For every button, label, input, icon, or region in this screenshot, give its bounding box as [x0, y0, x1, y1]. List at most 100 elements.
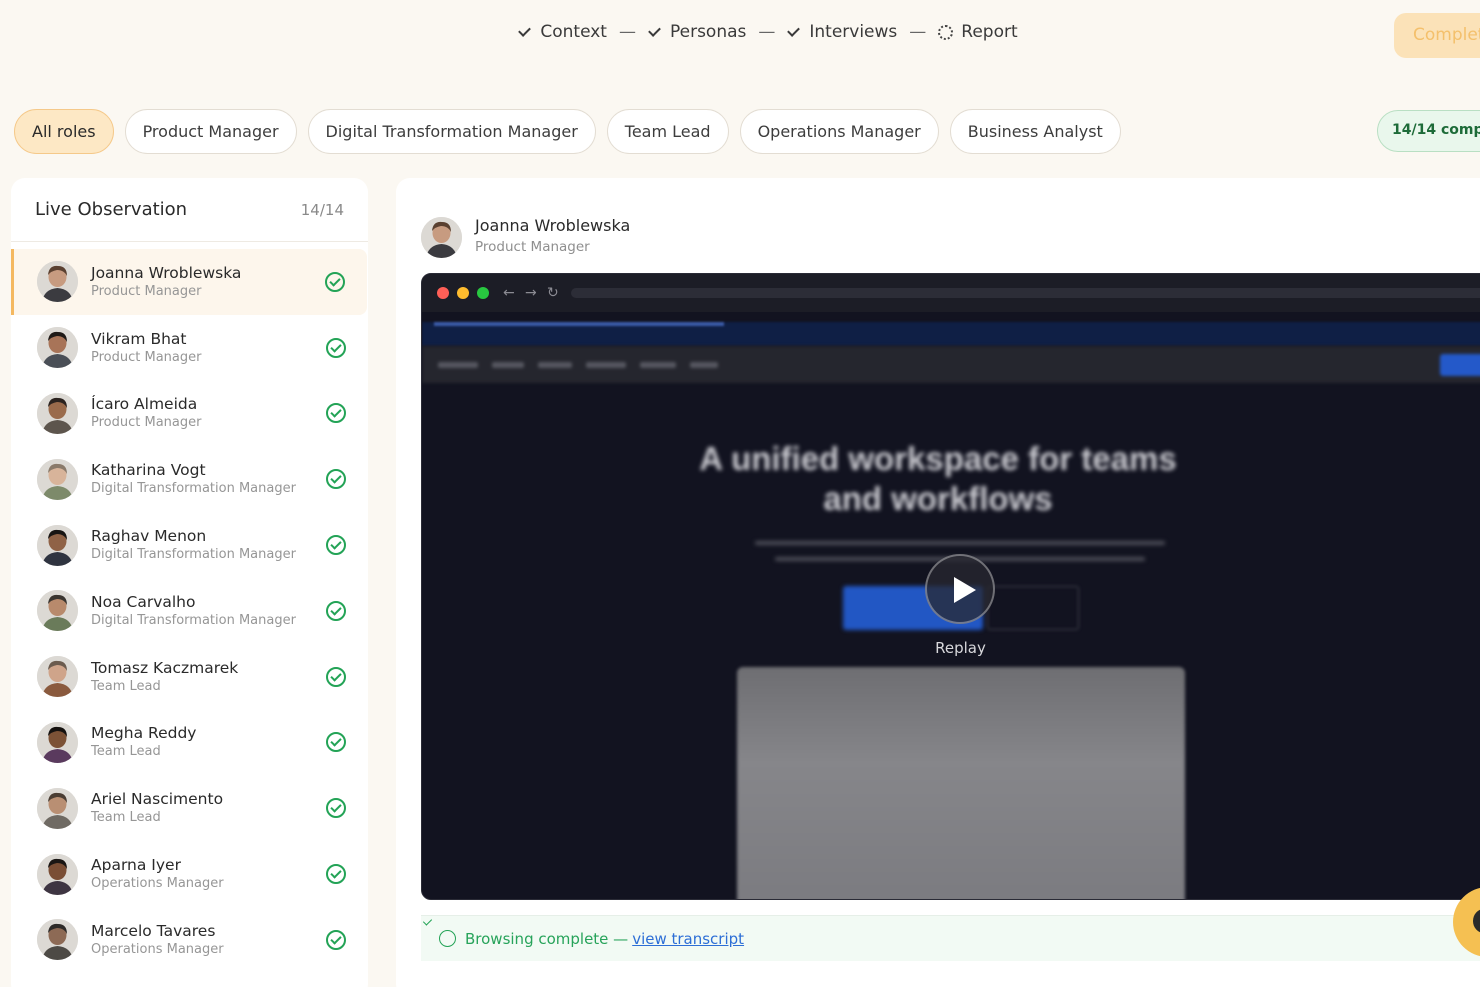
browser-chrome: ← → ↻	[422, 274, 1480, 312]
check-circle-icon	[326, 535, 346, 556]
filter-operations-manager[interactable]: Operations Manager	[739, 109, 939, 154]
check-icon	[648, 25, 662, 39]
browsing-status: Browsing complete — view transcript	[421, 915, 1480, 961]
participant-role: Digital Transformation Manager	[91, 612, 296, 628]
step-separator: —	[758, 22, 776, 42]
check-circle-icon	[326, 337, 346, 358]
participant-role: Operations Manager	[91, 941, 224, 957]
url-bar	[571, 288, 1480, 298]
participant-role: Team Lead	[91, 678, 161, 694]
avatar	[37, 327, 78, 369]
check-circle-icon	[439, 930, 456, 947]
participant-name: Katharina Vogt	[91, 461, 206, 480]
avatar	[37, 590, 78, 632]
step-label: Report	[961, 22, 1018, 42]
filter-business-analyst[interactable]: Business Analyst	[949, 109, 1121, 154]
participant-list: Joanna Wroblewska Product Manager Vikram B…	[11, 242, 368, 973]
participant-name: Raghav Menon	[91, 527, 207, 546]
participant-row[interactable]: Megha Reddy Team Lead	[11, 710, 368, 776]
play-icon[interactable]	[925, 554, 995, 624]
participant-row[interactable]: Noa Carvalho Digital Transformation Manag…	[11, 578, 368, 644]
participant-row[interactable]: Joanna Wroblewska Product Manager	[11, 249, 367, 315]
participant-name: Ariel Nascimento	[91, 790, 224, 809]
step-interviews[interactable]: Interviews	[787, 22, 897, 42]
site-hero: A unified workspace for teams and workfl…	[422, 439, 1480, 573]
participant-row[interactable]: Raghav Menon Digital Transformation Manag…	[11, 512, 368, 578]
avatar	[37, 458, 78, 500]
status-text: Browsing complete —	[465, 929, 629, 948]
participant-name: Megha Reddy	[91, 724, 197, 743]
filter-team-lead[interactable]: Team Lead	[606, 109, 729, 154]
participant-row[interactable]: Ícaro Almeida Product Manager	[11, 381, 368, 447]
replay-label[interactable]: Replay	[422, 639, 1480, 657]
avatar	[37, 919, 78, 961]
site-product-preview	[737, 667, 1185, 899]
completion-badge: 14/14 complete	[1377, 110, 1480, 152]
participant-name: Marcelo Tavares	[91, 921, 216, 940]
reload-icon: ↻	[547, 285, 559, 301]
participant-name: Tomasz Kaczmarek	[91, 658, 239, 677]
step-context[interactable]: Context	[518, 22, 607, 42]
forward-arrow-icon: →	[525, 285, 537, 301]
step-report[interactable]: Report	[938, 22, 1018, 42]
filter-digital-transformation-manager[interactable]: Digital Transformation Manager	[307, 109, 596, 154]
participant-role: Team Lead	[91, 744, 161, 760]
participant-row[interactable]: Aparna Iyer Operations Manager	[11, 841, 368, 907]
progress-stepper: Context — Personas — Interviews — Report	[0, 22, 1480, 42]
panel-count: 14/14	[300, 200, 344, 219]
check-circle-icon	[326, 929, 346, 950]
minimize-dot-icon	[457, 287, 469, 299]
avatar	[37, 721, 78, 763]
spinner-icon	[938, 24, 954, 40]
step-separator: —	[909, 22, 927, 42]
avatar	[37, 787, 78, 829]
participant-role: Product Manager	[91, 415, 202, 431]
participant-role: Digital Transformation Manager	[91, 547, 296, 563]
participant-row[interactable]: Katharina Vogt Digital Transformation Man…	[11, 446, 368, 512]
detail-role: Product Manager	[475, 239, 590, 255]
step-separator: —	[618, 22, 636, 42]
avatar	[37, 261, 78, 303]
site-nav	[422, 346, 1480, 383]
view-transcript-link[interactable]: view transcript	[632, 930, 744, 948]
avatar	[421, 216, 462, 258]
filter-product-manager[interactable]: Product Manager	[124, 109, 297, 154]
participant-row[interactable]: Tomasz Kaczmarek Team Lead	[11, 644, 368, 710]
live-observation-panel: Live Observation 14/14 Joanna Wroblewska…	[11, 178, 368, 987]
check-circle-icon	[326, 600, 346, 621]
back-arrow-icon: ←	[503, 285, 515, 301]
step-label: Interviews	[809, 22, 898, 42]
avatar	[37, 656, 78, 698]
avatar	[37, 392, 78, 434]
check-icon	[518, 25, 532, 39]
step-personas[interactable]: Personas	[648, 22, 746, 42]
complete-button[interactable]: Complete	[1394, 13, 1480, 58]
detail-name: Joanna Wroblewska	[475, 216, 631, 235]
step-label: Context	[540, 22, 607, 42]
check-icon	[787, 25, 801, 39]
participant-role: Product Manager	[91, 283, 202, 299]
site-secondary-button	[987, 586, 1079, 630]
check-circle-icon	[326, 732, 346, 753]
observation-detail: Joanna Wroblewska Product Manager ← → ↻ …	[396, 178, 1480, 987]
participant-role: Product Manager	[91, 349, 202, 365]
panel-title: Live Observation	[35, 199, 188, 220]
close-dot-icon	[437, 287, 449, 299]
detail-person: Joanna Wroblewska Product Manager	[421, 216, 630, 258]
participant-name: Joanna Wroblewska	[91, 263, 242, 282]
maximize-dot-icon	[477, 287, 489, 299]
session-replay-player[interactable]: ← → ↻ A unified workspace for teams and …	[421, 273, 1480, 900]
participant-row[interactable]: Ariel Nascimento Team Lead	[11, 775, 368, 841]
site-banner	[422, 322, 1480, 346]
participant-name: Ícaro Almeida	[91, 395, 198, 414]
check-circle-icon	[326, 864, 346, 885]
filter-all-roles[interactable]: All roles	[14, 109, 114, 154]
participant-row[interactable]: Vikram Bhat Product Manager	[11, 315, 368, 381]
panel-header: Live Observation 14/14	[11, 178, 368, 242]
hero-heading: A unified workspace for teams and workfl…	[699, 440, 1177, 517]
check-circle-icon	[326, 798, 346, 819]
participant-name: Noa Carvalho	[91, 592, 196, 611]
avatar	[37, 524, 78, 566]
participant-name: Vikram Bhat	[91, 329, 187, 348]
participant-row[interactable]: Marcelo Tavares Operations Manager	[11, 907, 368, 973]
